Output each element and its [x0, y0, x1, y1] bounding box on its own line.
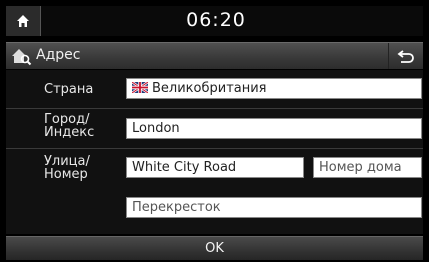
back-arrow-icon [397, 50, 414, 63]
street-label-line2: Номер [44, 167, 88, 182]
clock: 06:20 [186, 9, 246, 31]
ok-button[interactable]: OK [6, 236, 423, 260]
street-field[interactable]: White City Road [126, 157, 304, 178]
city-value: London [132, 121, 180, 136]
uk-flag-icon [132, 82, 148, 93]
title-bar: Адрес [6, 42, 423, 69]
divider [6, 108, 423, 109]
back-button[interactable] [388, 43, 423, 69]
street-value: White City Road [132, 160, 237, 175]
street-label: Улица/ Номер [44, 155, 90, 181]
house-search-icon [12, 49, 32, 66]
country-value: Великобритания [152, 81, 267, 96]
country-label: Страна [44, 82, 94, 97]
city-label: Город/ Индекс [44, 113, 94, 139]
home-button[interactable] [6, 6, 41, 36]
status-bar: 06:20 [6, 6, 423, 36]
house-number-placeholder: Номер дома [319, 160, 402, 175]
city-field[interactable]: London [126, 118, 422, 139]
crossroad-placeholder: Перекресток [132, 200, 221, 215]
country-field[interactable]: Великобритания [126, 78, 422, 99]
page-title: Адрес [36, 47, 81, 63]
home-icon [17, 15, 29, 27]
crossroad-field[interactable]: Перекресток [126, 197, 422, 218]
house-number-field[interactable]: Номер дома [313, 157, 422, 178]
city-label-line2: Индекс [44, 125, 95, 140]
divider [6, 148, 423, 149]
screen-frame: 06:20 Адрес Страна Великобритания Город/… [0, 0, 429, 262]
